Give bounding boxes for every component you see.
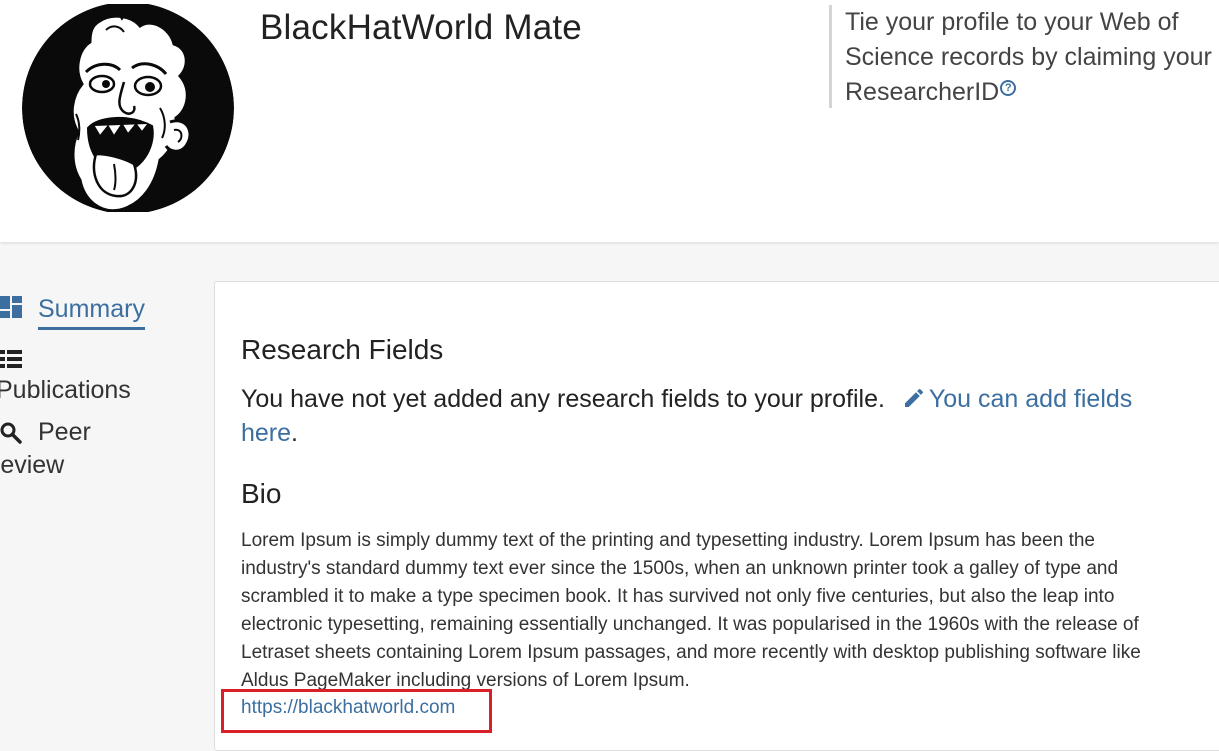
researcher-id-text: Tie your profile to your Web of Science … bbox=[845, 8, 1212, 106]
research-fields-empty-text: You have not yet added any research fiel… bbox=[241, 385, 885, 413]
dashboard-icon bbox=[0, 296, 24, 325]
bio-website-link[interactable]: https://blackhatworld.com bbox=[241, 697, 455, 719]
sidebar-item-label: Summary bbox=[38, 294, 145, 330]
avatar-image bbox=[22, 2, 234, 214]
bio-text: Lorem Ipsum is simply dummy text of the … bbox=[241, 530, 1141, 691]
profile-header: BlackHatWorld Mate Tie your profile to y… bbox=[0, 0, 1219, 242]
research-fields-text: You have not yet added any research fiel… bbox=[241, 382, 1141, 450]
bio-heading: Bio bbox=[241, 478, 282, 509]
profile-name: BlackHatWorld Mate bbox=[260, 8, 582, 47]
list-icon bbox=[0, 346, 22, 375]
avatar bbox=[20, 2, 236, 214]
pencil-icon[interactable] bbox=[902, 386, 926, 410]
research-fields-heading: Research Fields bbox=[241, 334, 444, 365]
researcher-id-prompt: Tie your profile to your Web of Science … bbox=[829, 5, 1219, 108]
summary-card: Research Fields You have not yet added a… bbox=[214, 281, 1219, 751]
add-fields-trailing: . bbox=[291, 419, 298, 447]
question-circle-icon[interactable]: ? bbox=[1000, 79, 1017, 96]
sidebar-item-label: Peer review bbox=[0, 418, 91, 479]
sidebar-item-label: Publications bbox=[0, 376, 131, 404]
